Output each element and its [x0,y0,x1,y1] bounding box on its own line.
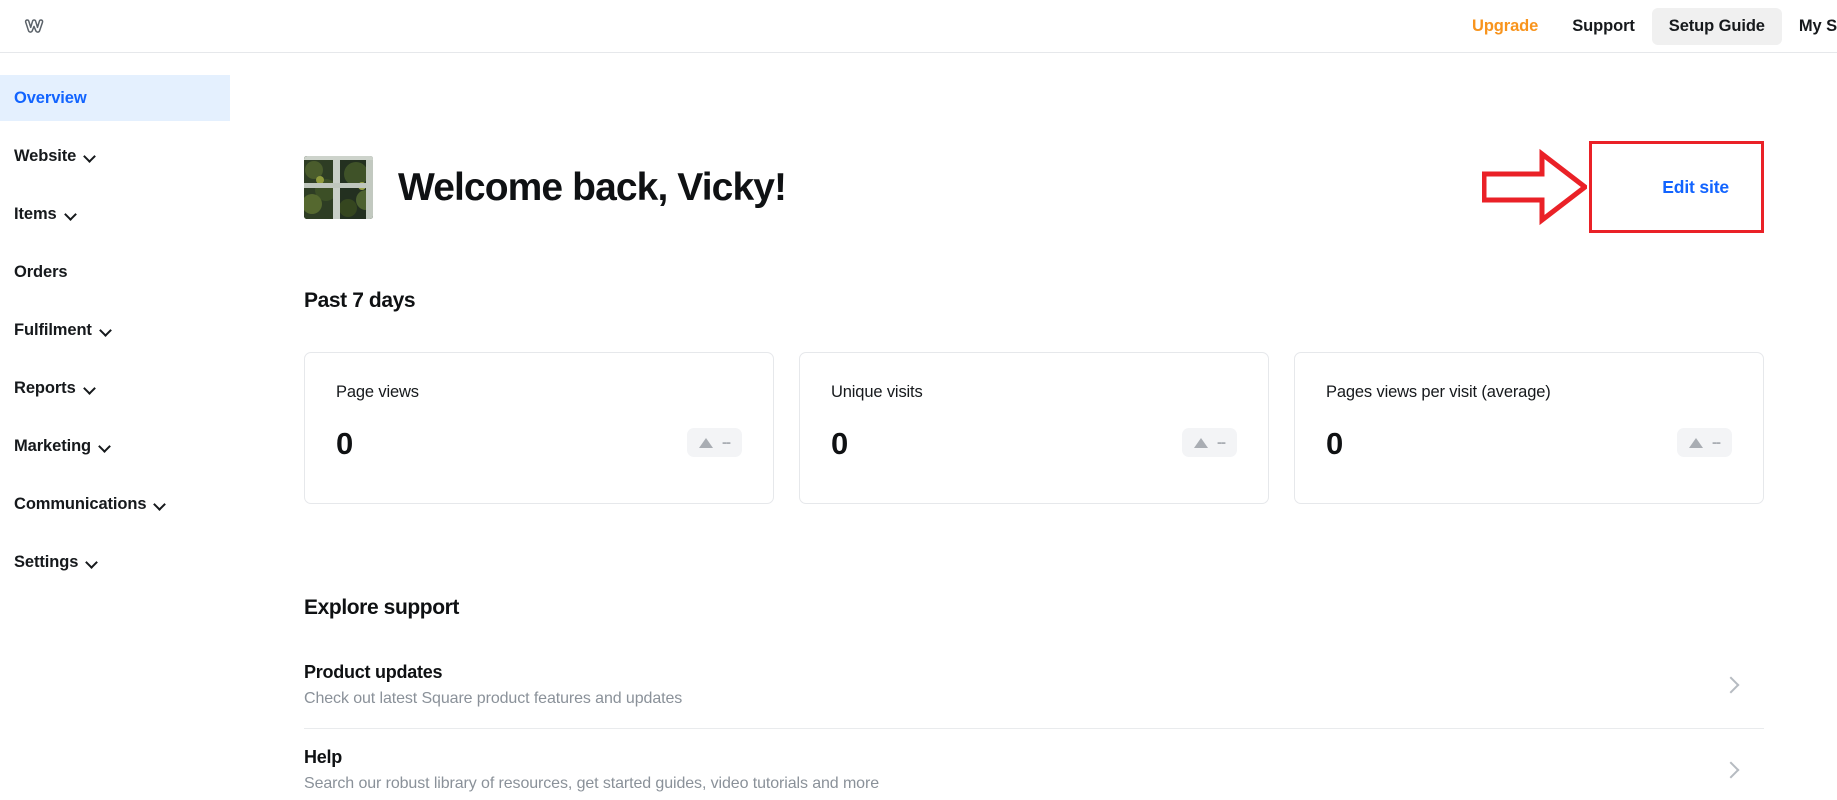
sidebar-item-fulfilment[interactable]: Fulfilment [0,307,230,353]
stats-section-title: Past 7 days [304,289,416,312]
top-bar: Upgrade Support Setup Guide My S [0,0,1837,53]
sidebar-item-label: Overview [14,88,87,107]
chevron-down-icon [66,209,77,220]
stat-label: Pages views per visit (average) [1326,383,1551,401]
edit-site-annotation-group: Edit site [1482,141,1764,233]
stat-card-pages-per-visit: Pages views per visit (average) 0 -- [1294,352,1764,504]
trend-value: -- [1712,434,1721,451]
sidebar-item-communications[interactable]: Communications [0,481,230,527]
sidebar-item-label: Orders [14,262,68,281]
trend-value: -- [722,434,731,451]
chevron-right-icon [1725,764,1738,777]
explore-support-title: Explore support [304,596,460,619]
sidebar-item-label: Items [14,204,57,223]
support-list: Product updates Check out latest Square … [304,644,1764,800]
sidebar-item-label: Fulfilment [14,320,92,339]
list-item-subtitle: Check out latest Square product features… [304,690,683,707]
red-pointer-arrow [1482,148,1587,226]
page-title: Welcome back, Vicky! [398,165,787,209]
site-thumbnail[interactable] [304,155,373,219]
chevron-down-icon [85,151,96,162]
sidebar-item-orders[interactable]: Orders [0,249,230,295]
weebly-logo[interactable] [12,14,58,38]
topnav-item-setup-guide[interactable]: Setup Guide [1651,7,1782,45]
triangle-up-icon [1689,437,1703,448]
top-navigation: Upgrade Support Setup Guide My S [1455,0,1837,52]
topnav-item-upgrade[interactable]: Upgrade [1455,8,1555,45]
chevron-down-icon [85,383,96,394]
stat-label: Page views [336,383,419,401]
stat-value: 0 [1326,426,1343,461]
chevron-right-icon [1725,679,1738,692]
triangle-up-icon [1194,437,1208,448]
main-content: Welcome back, Vicky! Edit site Past 7 da… [230,53,1837,800]
status-badge: -- [687,428,742,457]
red-highlight-box: Edit site [1589,141,1764,233]
sidebar-item-marketing[interactable]: Marketing [0,423,230,469]
sidebar-item-items[interactable]: Items [0,191,230,237]
stats-cards-row: Page views 0 -- Unique visits 0 -- Pages… [304,352,1764,504]
stat-value: 0 [336,426,353,461]
sidebar-item-label: Marketing [14,436,92,455]
page-layout: Overview Website Items Orders Fulfilment… [0,53,1837,800]
sidebar-item-reports[interactable]: Reports [0,365,230,411]
triangle-up-icon [699,437,713,448]
sidebar-item-settings[interactable]: Settings [0,539,230,585]
list-item-subtitle: Search our robust library of resources, … [304,775,880,792]
topnav-item-support[interactable]: Support [1555,8,1652,45]
sidebar-item-label: Communications [14,494,147,513]
sidebar-item-website[interactable]: Website [0,133,230,179]
stat-card-unique-visits: Unique visits 0 -- [799,352,1269,504]
sidebar: Overview Website Items Orders Fulfilment… [0,53,230,800]
sidebar-item-label: Settings [14,552,79,571]
sidebar-item-label: Reports [14,378,76,397]
sidebar-item-label: Website [14,146,77,165]
chevron-down-icon [101,325,112,336]
stat-card-page-views: Page views 0 -- [304,352,774,504]
stat-label: Unique visits [831,383,923,401]
trend-value: -- [1217,434,1226,451]
list-item-title: Help [304,747,343,767]
status-badge: -- [1182,428,1237,457]
status-badge: -- [1677,428,1732,457]
chevron-down-icon [100,441,111,452]
list-item-product-updates[interactable]: Product updates Check out latest Square … [304,644,1764,729]
chevron-down-icon [87,557,98,568]
list-item-title: Product updates [304,662,443,682]
chevron-down-icon [155,499,166,510]
topnav-item-my-site[interactable]: My S [1782,8,1837,45]
welcome-header: Welcome back, Vicky! Edit site [304,141,1764,233]
edit-site-button[interactable]: Edit site [1662,177,1729,198]
sidebar-item-overview[interactable]: Overview [0,75,230,121]
stat-value: 0 [831,426,848,461]
list-item-help[interactable]: Help Search our robust library of resour… [304,729,1764,800]
